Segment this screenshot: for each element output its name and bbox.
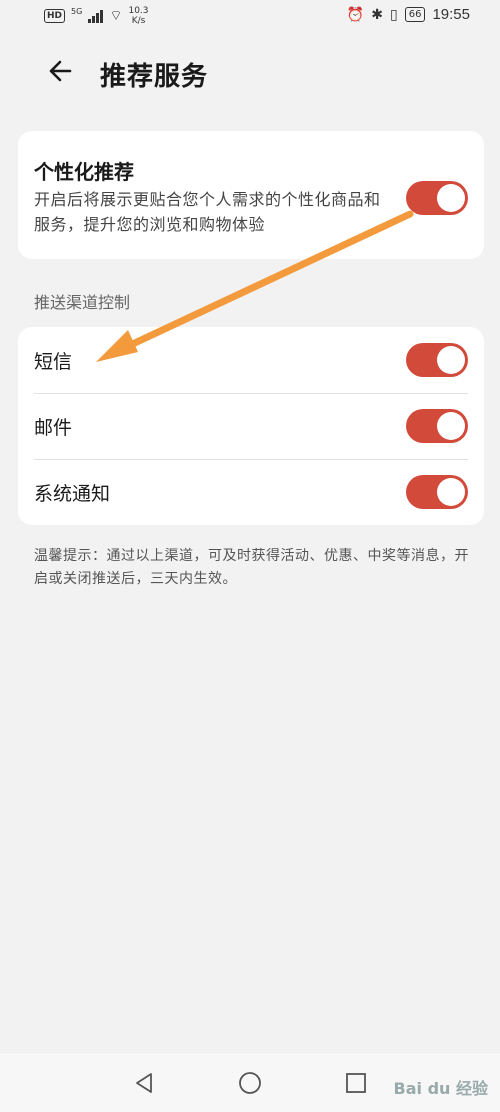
system-nav-bar: Bai du 经验 bbox=[0, 1052, 500, 1112]
nav-home-icon[interactable] bbox=[238, 1071, 262, 1095]
annotation-arrow-icon bbox=[96, 210, 414, 362]
nav-recents-icon[interactable] bbox=[344, 1071, 368, 1095]
nav-back-icon[interactable] bbox=[132, 1071, 156, 1095]
watermark: Bai du 经验 bbox=[393, 1079, 488, 1098]
